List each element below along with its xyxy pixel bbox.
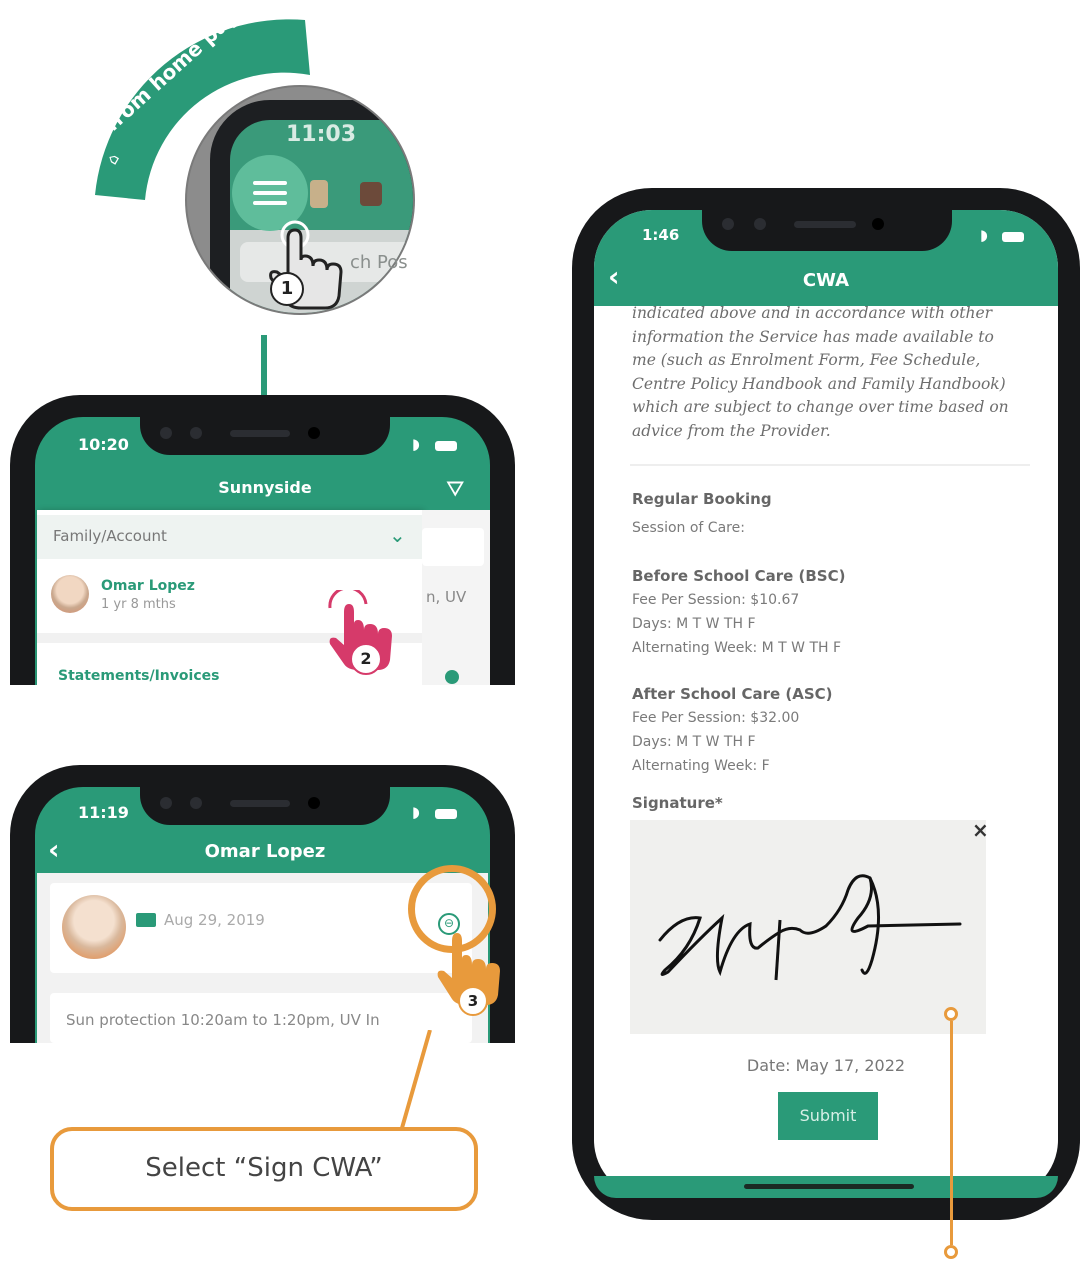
signature-label: Signature* [632, 794, 723, 812]
bsc-fee: Fee Per Session: $10.67 [632, 592, 800, 608]
step-badge-2: 2 [350, 643, 382, 675]
page-title: CWA [802, 270, 850, 291]
side-snippet: n, UV [426, 588, 467, 606]
avatar [51, 575, 89, 613]
asc-fee: Fee Per Session: $32.00 [632, 710, 800, 726]
phone-2: 10:20 ◗ Sunnyside ⛛ n, UV Family/Account… [10, 395, 520, 685]
submit-label: Submit [799, 1106, 857, 1125]
asc-heading: After School Care (ASC) [632, 685, 833, 703]
clear-signature-icon[interactable]: × [972, 818, 989, 842]
status-time: 1:46 [642, 226, 680, 244]
step-number: 3 [467, 992, 479, 1010]
connector-line [261, 335, 267, 400]
status-time: 10:20 [78, 435, 129, 454]
paragraph-line: which are subject to change over time ba… [632, 398, 1009, 416]
wifi-icon: ◗ [980, 226, 988, 244]
child-name: Omar Lopez [101, 578, 195, 594]
dropdown-label: Family/Account [53, 527, 167, 545]
phone-4: 1:46 ◗ ‹ CWA indicated above and in acco… [572, 188, 1080, 1220]
signature-pad[interactable] [630, 820, 986, 1034]
pointer-line [950, 1021, 953, 1245]
wifi-icon: ◗ [412, 803, 420, 821]
pointer-dot-top [944, 1007, 958, 1021]
birthday-cake-icon [136, 913, 156, 927]
filter-icon[interactable]: ⛛ [446, 477, 464, 502]
notice-text: Sun protection 10:20am to 1:20pm, UV In [66, 1011, 380, 1029]
asc-days: Days: M T W TH F [632, 734, 756, 750]
paragraph-line: information the Service has made availab… [632, 327, 994, 346]
session-of-care-label: Session of Care: [632, 520, 745, 536]
avatar [62, 895, 126, 959]
callout-text: Select “Sign CWA” [145, 1153, 383, 1183]
step-badge-1: 1 [270, 272, 304, 306]
paragraph-line: advice from the Provider. [632, 421, 831, 440]
divider [630, 464, 1030, 466]
clock-time: 11:03 [286, 122, 357, 147]
step1-callout: from home page ⌂ 11:03 ch Pos 1 [60, 0, 440, 330]
phone-3: 11:19 ◗ ‹ Omar Lopez Aug 29, 2019 ⊖ Sun … [10, 765, 520, 1043]
step-number: 2 [360, 649, 372, 668]
step-number: 1 [280, 278, 294, 299]
paragraph-line: me (such as Enrolment Form, Fee Schedule… [632, 351, 981, 369]
statements-item[interactable]: Statements/Invoices [58, 668, 219, 684]
pointer-dot-bottom [944, 1245, 958, 1259]
page-title: Omar Lopez [204, 841, 326, 862]
home-indicator [744, 1184, 914, 1189]
chevron-down-icon: ⌄ [389, 523, 406, 547]
step-badge-3: 3 [458, 986, 488, 1016]
paragraph-line: Centre Policy Handbook and Family Handbo… [632, 374, 1006, 393]
family-account-dropdown[interactable]: Family/Account ⌄ [37, 515, 422, 559]
tap-hand-icon [269, 220, 343, 310]
instruction-callout: Select “Sign CWA” [50, 1127, 478, 1211]
regular-booking-heading: Regular Booking [632, 490, 772, 508]
status-time: 11:19 [78, 803, 129, 822]
agreement-paragraph: indicated above and in accordance with o… [632, 302, 1032, 443]
asc-alternating: Alternating Week: F [632, 758, 770, 774]
bsc-alternating: Alternating Week: M T W TH F [632, 640, 842, 656]
statements-icon [445, 670, 459, 684]
battery-icon [1002, 232, 1024, 242]
wifi-icon: ◗ [412, 435, 420, 453]
battery-icon [435, 441, 457, 451]
callout-connector [400, 1030, 432, 1129]
bsc-days: Days: M T W TH F [632, 616, 756, 632]
submit-button[interactable]: Submit [778, 1092, 878, 1140]
battery-icon [435, 809, 457, 819]
bsc-heading: Before School Care (BSC) [632, 567, 846, 585]
child-age: 1 yr 8 mths [101, 597, 176, 612]
signature-drawing [658, 874, 962, 981]
birth-date: Aug 29, 2019 [164, 911, 265, 929]
signature-date: Date: May 17, 2022 [746, 1056, 906, 1075]
paragraph-line: indicated above and in accordance with o… [632, 304, 993, 322]
page-title: Sunnyside [218, 478, 312, 497]
